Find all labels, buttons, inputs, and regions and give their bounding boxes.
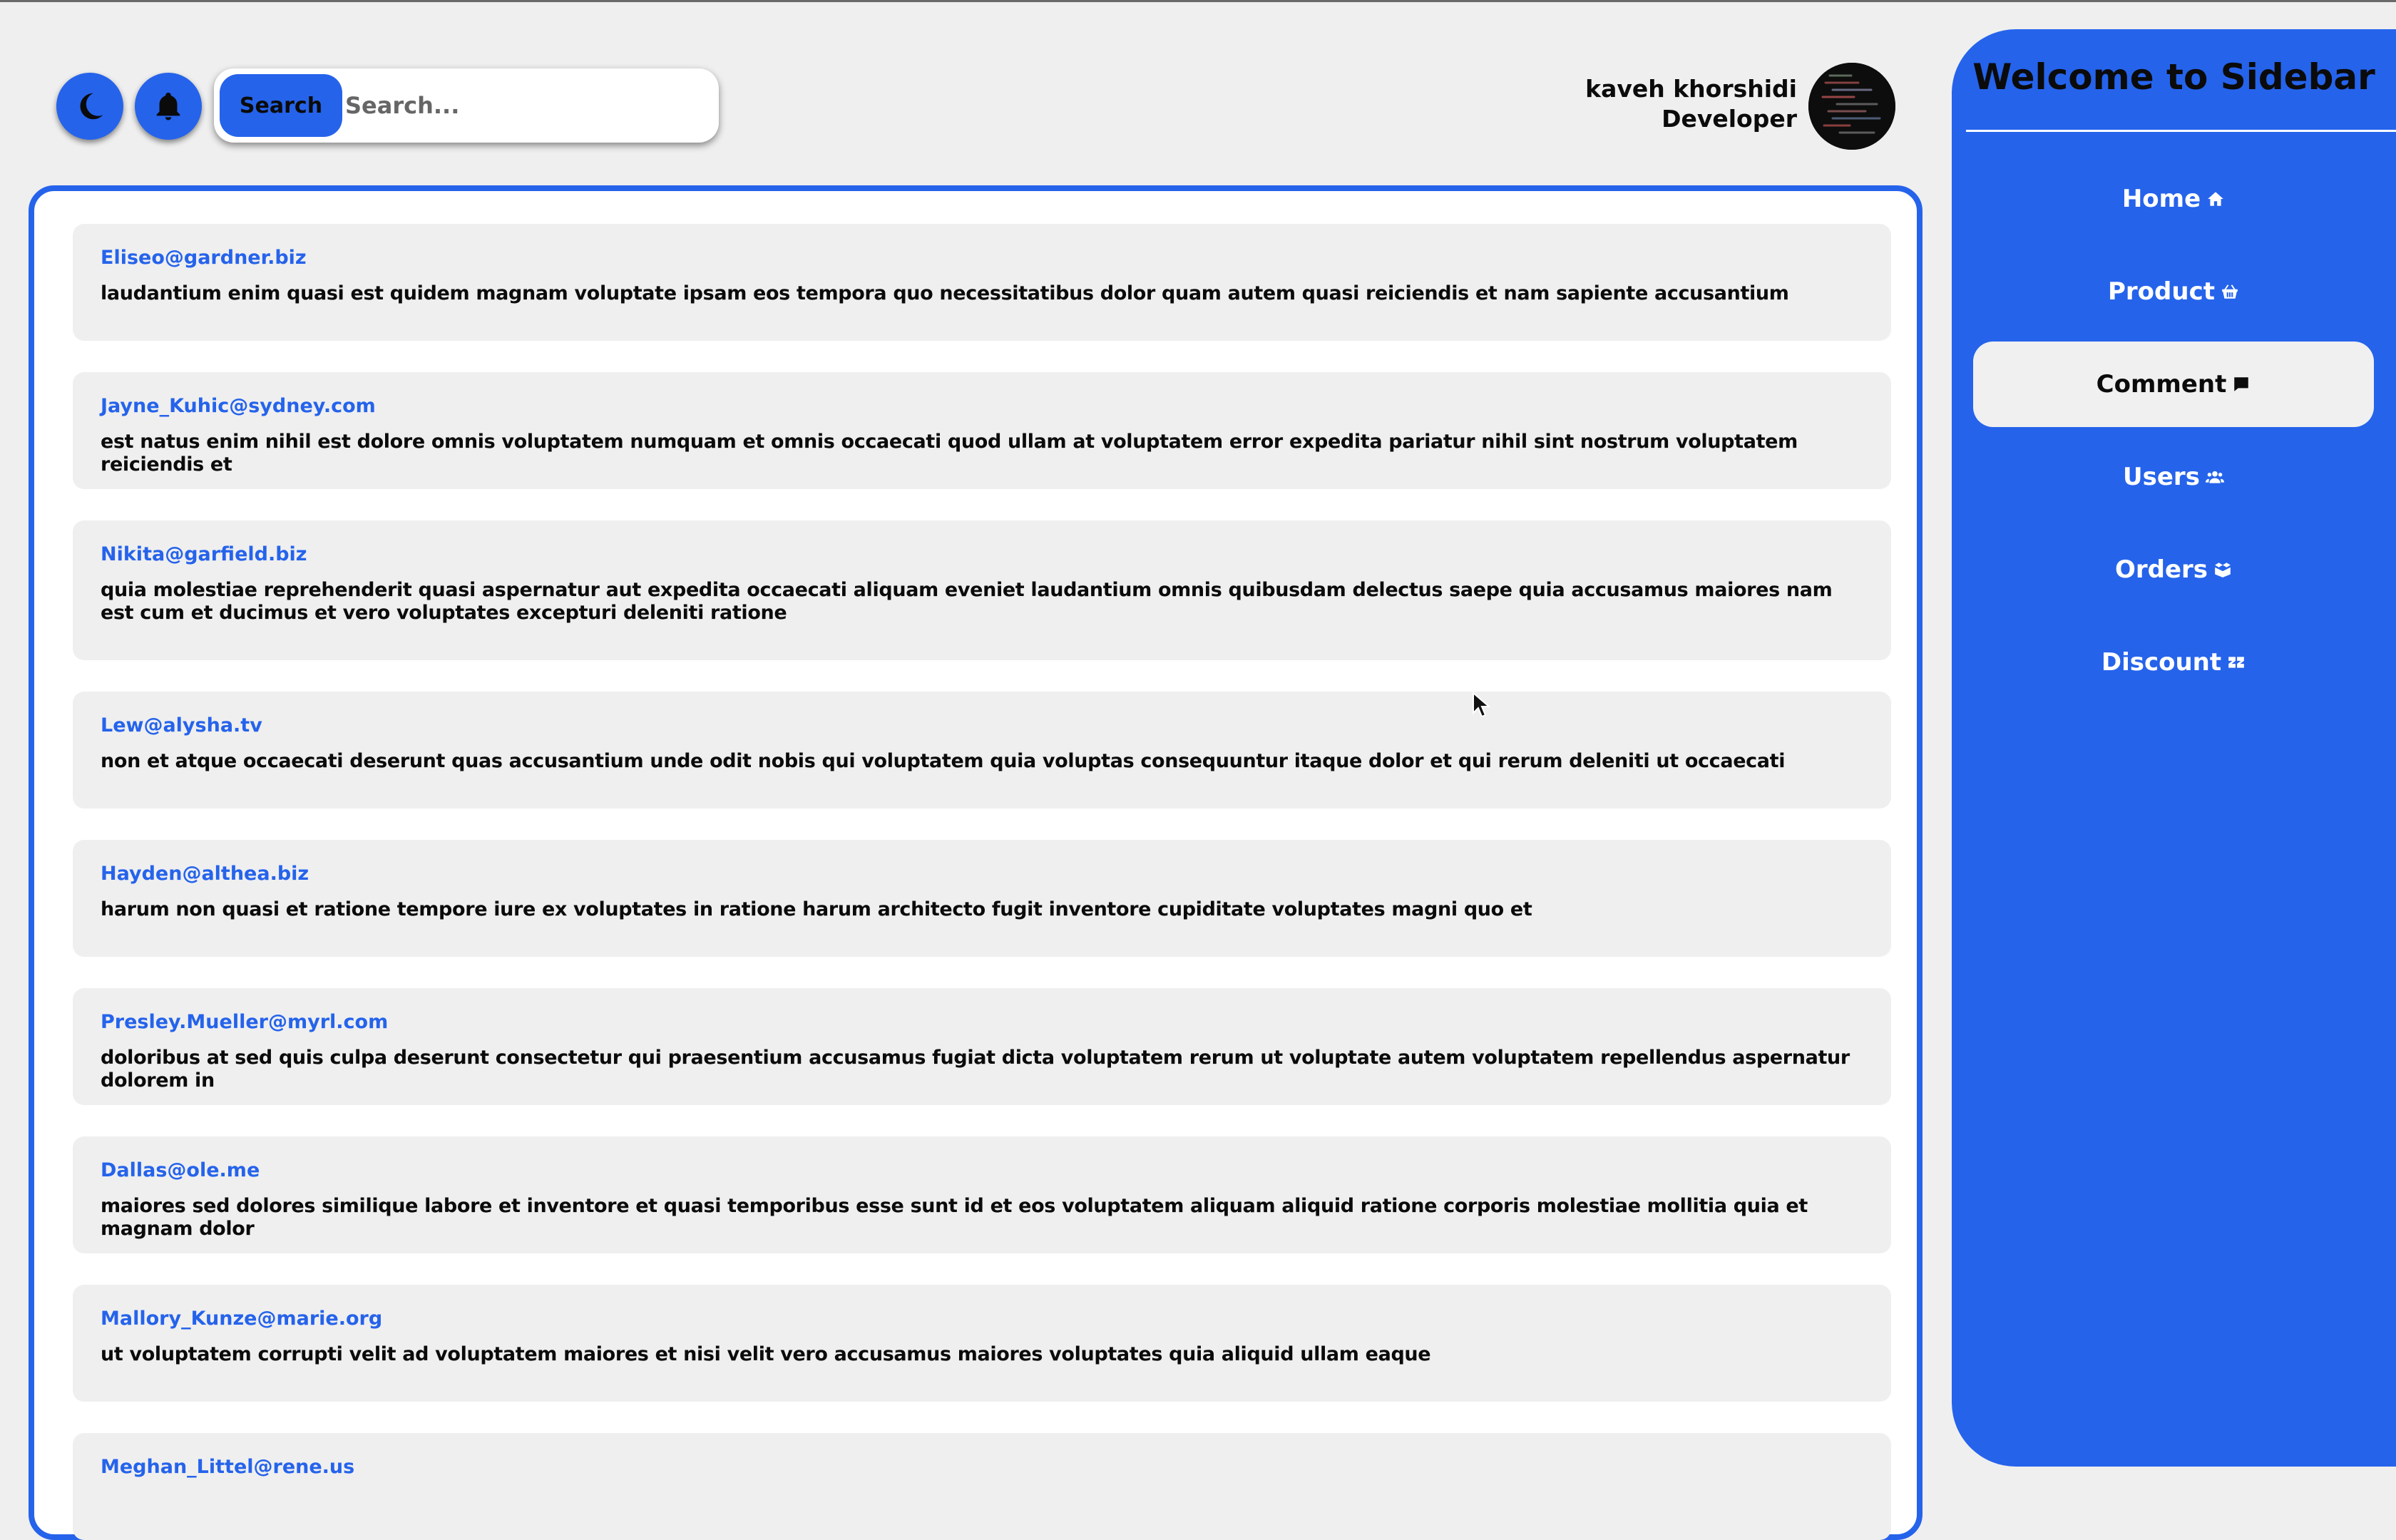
sidebar-item-comment[interactable]: Comment [1973,342,2374,427]
comment-body: maiores sed dolores similique labore et … [101,1195,1808,1240]
comment-icon [2234,377,2249,391]
percent-icon [2228,657,2244,668]
sidebar-item-label: Home [2121,185,2201,213]
sidebar-item-label: Discount [2101,648,2222,677]
box-icon [2215,563,2231,578]
comment-card: Mallory_Kunze@marie.org ut voluptatem co… [73,1285,1891,1402]
comment-body: harum non quasi et ratione tempore iure … [101,898,1532,920]
comment-body: quia molestiae reprehenderit quasi asper… [101,579,1833,624]
bell-icon [156,92,180,120]
comment-card: Lew@alysha.tv non et atque occaecati des… [73,692,1891,808]
comment-card: Hayden@althea.biz harum non quasi et rat… [73,840,1891,957]
comment-email[interactable]: Hayden@althea.biz [101,861,1865,887]
comment-email[interactable]: Mallory_Kunze@marie.org [101,1306,1865,1332]
comment-body: ut voluptatem corrupti velit ad voluptat… [101,1343,1431,1365]
comment-body: doloribus at sed quis culpa deserunt con… [101,1047,1850,1092]
search-button[interactable]: Search [220,74,342,137]
sidebar-title: Welcome to Sidebar [1972,56,2375,98]
notifications-button[interactable] [135,73,202,140]
users-icon [2205,471,2224,483]
search-bar: Search [214,68,719,143]
comment-body: est natus enim nihil est dolore omnis vo… [101,431,1798,476]
user-info: kaveh khorshidi Developer [1585,74,1797,134]
sidebar-item-discount[interactable]: Discount [1973,620,2374,705]
search-input[interactable] [342,74,702,137]
theme-toggle-button[interactable] [56,73,123,140]
comment-email[interactable]: Eliseo@gardner.biz [101,245,1865,271]
comment-email[interactable]: Dallas@ole.me [101,1158,1865,1184]
comment-email[interactable]: Nikita@garfield.biz [101,542,1865,568]
comment-card: Dallas@ole.me maiores sed dolores simili… [73,1136,1891,1253]
sidebar-item-label: Product [2108,277,2215,306]
comment-card: Eliseo@gardner.biz laudantium enim quasi… [73,224,1891,341]
sidebar-item-label: Comment [2096,370,2227,399]
code-screenshot-avatar [1808,63,1895,150]
sidebar-divider [1966,130,2396,132]
sidebar-item-label: Orders [2114,555,2208,584]
window-top-border [0,0,2396,2]
comment-email[interactable]: Jayne_Kuhic@sydney.com [101,394,1865,419]
basket-icon [2222,284,2238,299]
home-icon [2208,192,2223,206]
sidebar-item-label: Users [2123,463,2200,491]
user-role: Developer [1662,105,1797,133]
comments-panel: Eliseo@gardner.biz laudantium enim quasi… [29,185,1923,1540]
sidebar-item-users[interactable]: Users [1973,434,2374,520]
comment-body: laudantium enim quasi est quidem magnam … [101,282,1789,304]
comment-card: Presley.Mueller@myrl.com doloribus at se… [73,988,1891,1105]
avatar[interactable] [1808,63,1895,150]
comment-email[interactable]: Meghan_Littel@rene.us [101,1454,1865,1480]
mouse-cursor [1473,692,1490,718]
moon-icon [80,93,103,120]
sidebar-item-home[interactable]: Home [1973,156,2374,242]
sidebar-item-orders[interactable]: Orders [1973,527,2374,612]
comment-card: Meghan_Littel@rene.us [73,1433,1891,1540]
sidebar: Welcome to Sidebar Home Product Comment … [1952,29,2396,1467]
user-name: kaveh khorshidi [1585,75,1797,103]
comment-card: Jayne_Kuhic@sydney.com est natus enim ni… [73,372,1891,489]
comment-body: non et atque occaecati deserunt quas acc… [101,750,1786,772]
comment-email[interactable]: Presley.Mueller@myrl.com [101,1010,1865,1035]
comment-email[interactable]: Lew@alysha.tv [101,713,1865,739]
comment-card: Nikita@garfield.biz quia molestiae repre… [73,520,1891,660]
sidebar-item-product[interactable]: Product [1973,249,2374,334]
